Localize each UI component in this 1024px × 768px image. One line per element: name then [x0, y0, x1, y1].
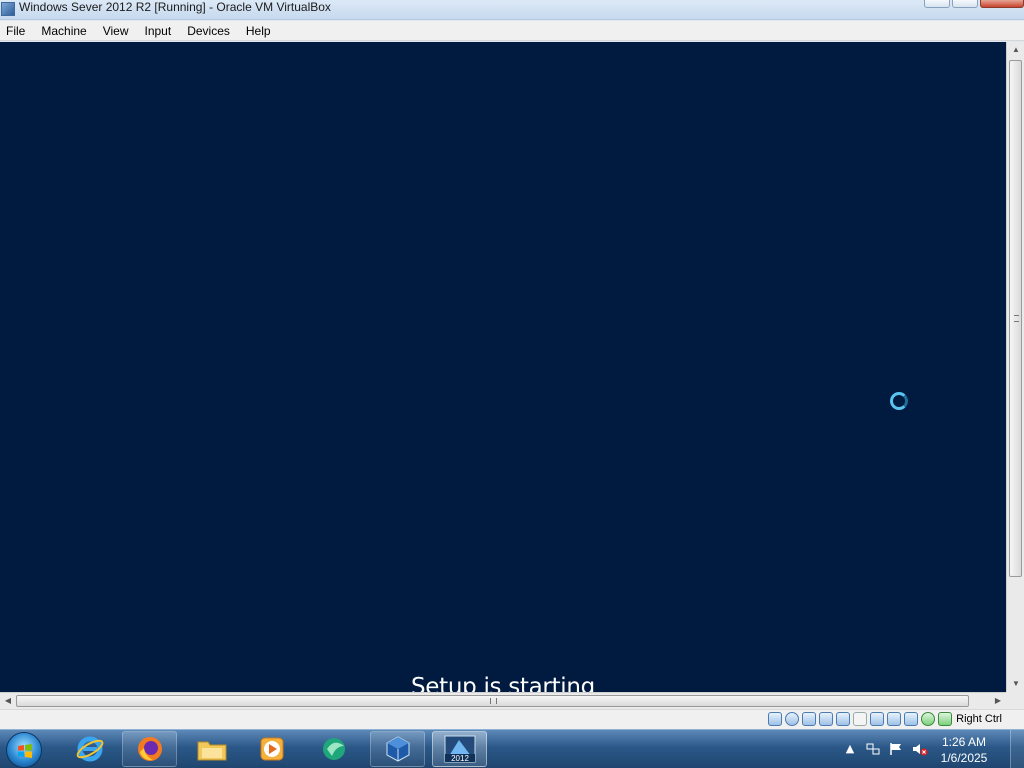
virtualbox-app-icon [1, 2, 15, 16]
audio-icon[interactable] [802, 712, 816, 726]
title-bar[interactable]: Windows Sever 2012 R2 [Running] - Oracle… [0, 0, 1024, 20]
app-icon [322, 738, 345, 760]
clock-time: 1:26 AM [941, 735, 987, 749]
scroll-down-arrow-icon[interactable]: ▼ [1007, 676, 1024, 692]
network-icon[interactable] [866, 742, 880, 756]
recording-icon[interactable] [904, 712, 918, 726]
taskbar-firefox[interactable] [122, 731, 177, 767]
display-icon[interactable] [870, 712, 884, 726]
firefox-icon [137, 737, 162, 761]
minimize-button[interactable] [924, 0, 950, 8]
optical-drive-icon[interactable] [785, 712, 799, 726]
vm-taskbar-label: 2012 [451, 754, 469, 763]
host-key-label[interactable]: Right Ctrl [956, 713, 1002, 725]
virtualbox-icon [386, 736, 409, 762]
show-hidden-icons-icon[interactable]: ▲ [843, 742, 857, 756]
server-2012-vm-icon: 2012 [444, 735, 475, 763]
media-player-icon [260, 737, 283, 761]
horizontal-scrollbar[interactable]: ◀ ▶ [0, 692, 1006, 709]
taskbar-virtualbox[interactable] [370, 731, 425, 767]
windows-flag-icon [18, 744, 32, 758]
menu-machine[interactable]: Machine [41, 21, 94, 41]
maximize-button[interactable] [952, 0, 978, 8]
vm-status-bar: Right Ctrl [0, 709, 1024, 729]
shared-folders-icon[interactable] [853, 712, 867, 726]
network-icon[interactable] [819, 712, 833, 726]
internet-explorer-icon [76, 736, 103, 762]
window-title: Windows Sever 2012 R2 [Running] - Oracle… [19, 0, 331, 14]
volume-muted-icon[interactable] [912, 742, 928, 756]
vm-display[interactable]: Setup is starting [0, 42, 1006, 692]
taskbar-file-explorer[interactable] [184, 731, 239, 767]
menu-file[interactable]: File [6, 21, 33, 41]
clock-date: 1/6/2025 [940, 751, 988, 765]
action-center-flag-icon[interactable] [889, 742, 903, 756]
scrollbar-corner [1006, 692, 1024, 709]
loading-spinner-icon [890, 392, 908, 410]
hard-disk-icon[interactable] [768, 712, 782, 726]
system-tray: ▲ [843, 742, 928, 756]
setup-status-text: Setup is starting [411, 674, 595, 692]
taskbar-server-2012-vm[interactable]: 2012 [432, 731, 487, 767]
file-explorer-icon [197, 741, 226, 761]
device-indicators [768, 712, 952, 726]
show-desktop-button[interactable] [1010, 730, 1024, 768]
scroll-left-arrow-icon[interactable]: ◀ [0, 693, 16, 709]
vertical-scrollbar[interactable]: ▲ ▼ [1006, 42, 1024, 692]
window-controls [924, 0, 1024, 8]
scroll-right-arrow-icon[interactable]: ▶ [990, 693, 1006, 709]
video-capture-icon[interactable] [887, 712, 901, 726]
taskbar-app[interactable] [306, 731, 361, 767]
menu-bar: File Machine View Input Devices Help [0, 21, 1024, 41]
menu-help[interactable]: Help [246, 21, 279, 41]
menu-input[interactable]: Input [145, 21, 180, 41]
usb-icon[interactable] [836, 712, 850, 726]
horizontal-scroll-thumb[interactable] [16, 695, 969, 707]
close-button[interactable] [980, 0, 1024, 8]
scroll-up-arrow-icon[interactable]: ▲ [1007, 42, 1024, 58]
menu-view[interactable]: View [103, 21, 137, 41]
windows-taskbar: 2012 ▲ 1:26 AM 1/6/2025 [0, 729, 1024, 768]
vertical-scroll-thumb[interactable] [1009, 60, 1022, 577]
menu-devices[interactable]: Devices [187, 21, 238, 41]
taskbar-internet-explorer[interactable] [62, 731, 117, 767]
mouse-integration-icon[interactable] [938, 712, 952, 726]
clock[interactable]: 1:26 AM 1/6/2025 [932, 734, 996, 766]
cpu-icon[interactable] [921, 712, 935, 726]
windows-start-icon[interactable] [6, 732, 42, 768]
taskbar-media-player[interactable] [244, 731, 299, 767]
